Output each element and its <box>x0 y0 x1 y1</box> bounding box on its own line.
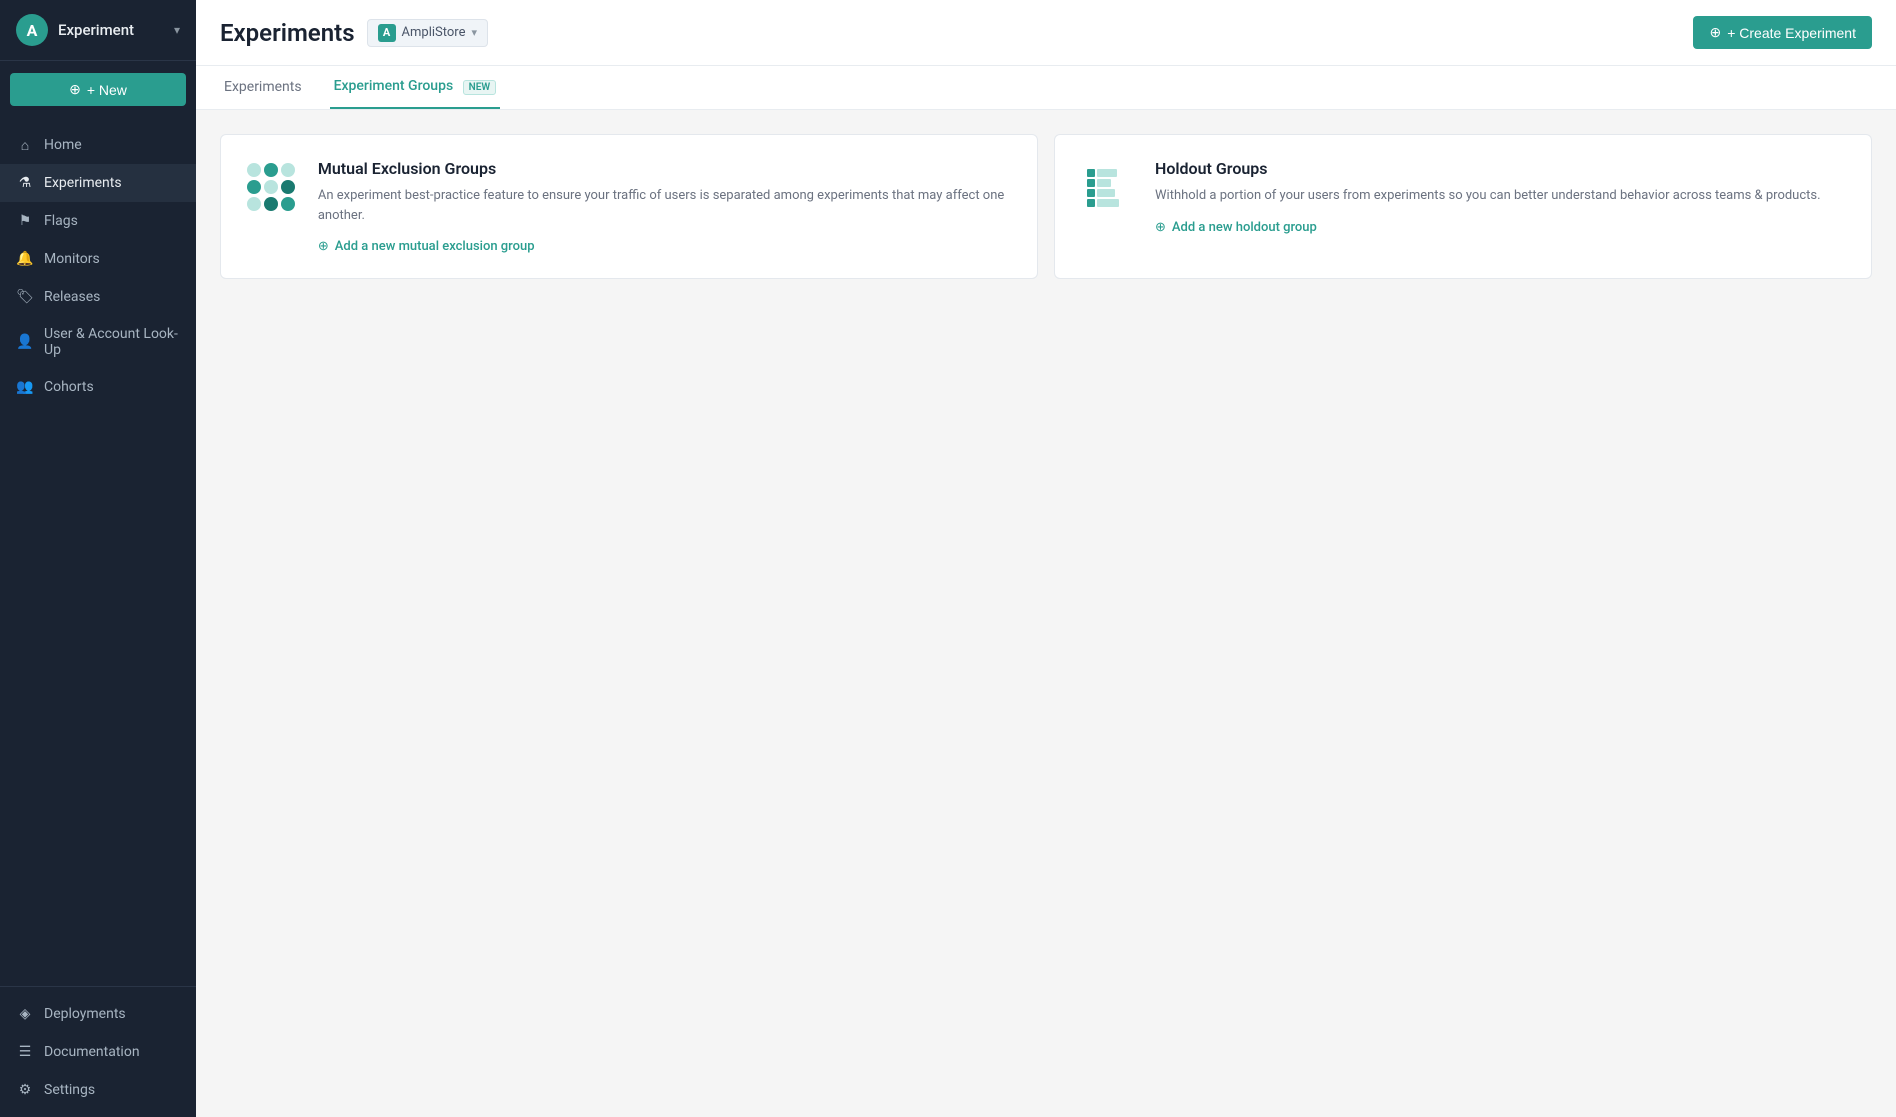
doc-icon: ☰ <box>16 1043 34 1061</box>
sidebar-header[interactable]: A Experiment ▾ <box>0 0 196 61</box>
sidebar-item-label: Cohorts <box>44 379 94 395</box>
sidebar-nav: ⌂ Home ⚗ Experiments ⚑ Flags 🔔 Monitors … <box>0 118 196 986</box>
flag-icon: ⚑ <box>16 212 34 230</box>
plus-icon: ⊕ <box>69 81 81 98</box>
tab-experiments-label: Experiments <box>224 79 302 95</box>
mutual-exclusion-icon <box>245 159 298 215</box>
plus-circle-icon: ⊕ <box>1155 220 1166 235</box>
users-icon: 👥 <box>16 378 34 396</box>
plus-circle-icon: ⊕ <box>318 239 329 254</box>
bell-icon: 🔔 <box>16 250 34 268</box>
add-holdout-link[interactable]: ⊕ Add a new holdout group <box>1155 220 1821 235</box>
chevron-down-icon: ▾ <box>174 23 180 37</box>
holdout-icon <box>1079 159 1135 215</box>
sidebar-item-experiments[interactable]: ⚗ Experiments <box>0 164 196 202</box>
holdout-link-label: Add a new holdout group <box>1172 220 1317 235</box>
create-experiment-button[interactable]: ⊕ + Create Experiment <box>1693 16 1872 49</box>
create-button-label: + Create Experiment <box>1727 25 1856 41</box>
plus-icon: ⊕ <box>1709 24 1721 41</box>
main-content: Mutual Exclusion Groups An experiment be… <box>196 110 1896 1117</box>
home-icon: ⌂ <box>16 136 34 154</box>
new-badge: NEW <box>463 80 497 95</box>
tab-experiment-groups-label: Experiment Groups <box>334 78 454 94</box>
sidebar-item-home[interactable]: ⌂ Home <box>0 126 196 164</box>
new-button[interactable]: ⊕ + New <box>10 73 186 106</box>
beaker-icon: ⚗ <box>16 174 34 192</box>
sidebar-item-releases[interactable]: 🏷 Releases <box>0 278 196 316</box>
sidebar-item-label: Deployments <box>44 1006 126 1022</box>
holdout-card: Holdout Groups Withhold a portion of you… <box>1054 134 1872 279</box>
sidebar-item-flags[interactable]: ⚑ Flags <box>0 202 196 240</box>
tab-experiments[interactable]: Experiments <box>220 67 306 109</box>
sidebar-item-documentation[interactable]: ☰ Documentation <box>0 1033 196 1071</box>
title-row: Experiments A AmpliStore ▾ <box>220 19 488 47</box>
app-logo: A <box>16 14 48 46</box>
main-header: Experiments A AmpliStore ▾ ⊕ + Create Ex… <box>196 0 1896 66</box>
new-button-label: + New <box>87 82 127 98</box>
workspace-name: AmpliStore <box>402 25 466 40</box>
deploy-icon: ◈ <box>16 1005 34 1023</box>
mutual-exclusion-title: Mutual Exclusion Groups <box>318 159 1013 178</box>
sidebar-item-label: User & Account Look-Up <box>44 326 180 358</box>
sidebar-item-label: Experiments <box>44 175 122 191</box>
holdout-body: Holdout Groups Withhold a portion of you… <box>1155 159 1821 235</box>
sidebar-item-label: Settings <box>44 1082 95 1098</box>
tag-icon: 🏷 <box>16 288 34 306</box>
mutual-exclusion-link-label: Add a new mutual exclusion group <box>335 239 535 254</box>
sidebar: A Experiment ▾ ⊕ + New ⌂ Home ⚗ Experime… <box>0 0 196 1117</box>
sidebar-item-label: Flags <box>44 213 78 229</box>
tab-experiment-groups[interactable]: Experiment Groups NEW <box>330 66 501 109</box>
mutual-exclusion-card: Mutual Exclusion Groups An experiment be… <box>220 134 1038 279</box>
mutual-exclusion-body: Mutual Exclusion Groups An experiment be… <box>318 159 1013 254</box>
mutual-exclusion-desc: An experiment best-practice feature to e… <box>318 186 1013 225</box>
main-panel: Experiments A AmpliStore ▾ ⊕ + Create Ex… <box>196 0 1896 1117</box>
sidebar-bottom: ◈ Deployments ☰ Documentation ⚙ Settings <box>0 986 196 1117</box>
gear-icon: ⚙ <box>16 1081 34 1099</box>
sidebar-item-label: Monitors <box>44 251 100 267</box>
app-name: Experiment <box>58 21 134 39</box>
workspace-chevron-icon: ▾ <box>471 26 477 39</box>
sidebar-item-label: Documentation <box>44 1044 140 1060</box>
sidebar-item-label: Home <box>44 137 82 153</box>
holdout-desc: Withhold a portion of your users from ex… <box>1155 186 1821 206</box>
workspace-selector[interactable]: A AmpliStore ▾ <box>367 19 488 47</box>
sidebar-item-cohorts[interactable]: 👥 Cohorts <box>0 368 196 406</box>
sidebar-item-label: Releases <box>44 289 100 305</box>
workspace-icon: A <box>378 24 396 42</box>
sidebar-item-monitors[interactable]: 🔔 Monitors <box>0 240 196 278</box>
sidebar-item-settings[interactable]: ⚙ Settings <box>0 1071 196 1109</box>
cards-row: Mutual Exclusion Groups An experiment be… <box>220 134 1872 279</box>
add-mutual-exclusion-link[interactable]: ⊕ Add a new mutual exclusion group <box>318 239 1013 254</box>
user-search-icon: 👤 <box>16 333 34 351</box>
tabs-bar: Experiments Experiment Groups NEW <box>196 66 1896 110</box>
holdout-title: Holdout Groups <box>1155 159 1821 178</box>
page-title: Experiments <box>220 19 355 47</box>
sidebar-item-deployments[interactable]: ◈ Deployments <box>0 995 196 1033</box>
sidebar-item-user-account[interactable]: 👤 User & Account Look-Up <box>0 316 196 368</box>
